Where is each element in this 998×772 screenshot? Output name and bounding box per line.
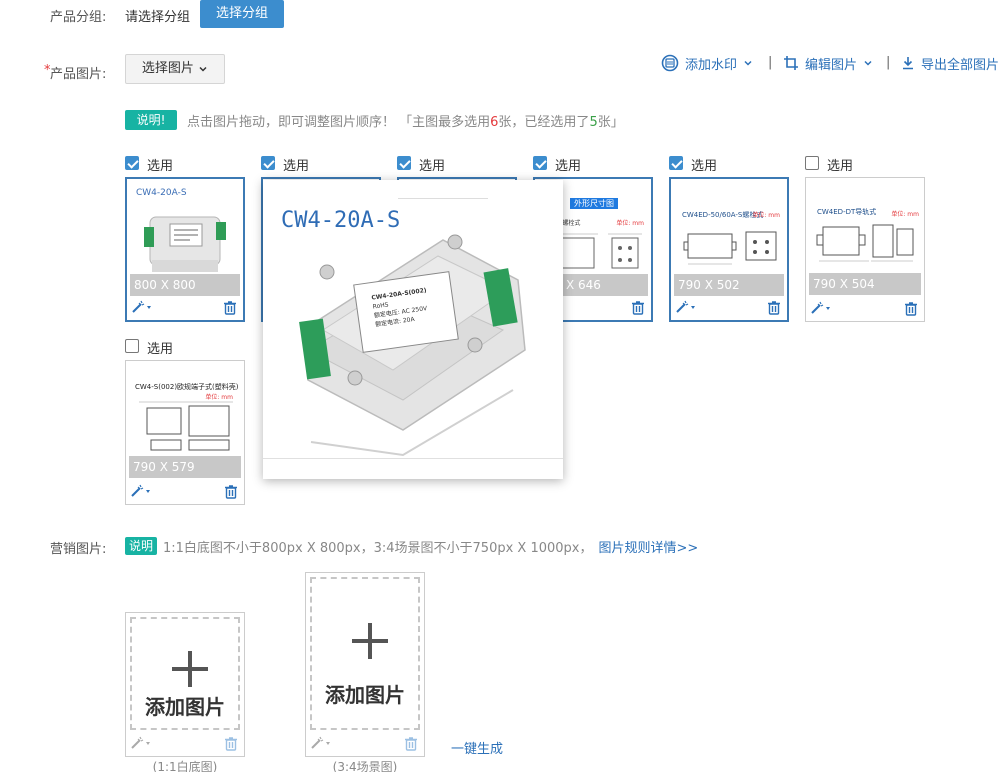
trash-icon[interactable]	[404, 736, 418, 751]
group-label: 产品分组:	[50, 10, 107, 25]
trash-icon[interactable]	[904, 301, 918, 316]
magic-wand-icon[interactable]	[675, 300, 697, 314]
image-rules-link[interactable]: 图片规则详情>>	[599, 541, 699, 556]
product-thumbnail: CW4ED-DT导轨式 单位: mm 790 X 504	[809, 181, 921, 295]
add-watermark-label: 添加水印	[685, 57, 738, 73]
toolbar-separator: |	[768, 55, 773, 70]
one-click-generate-link[interactable]: 一键生成	[451, 738, 503, 757]
image-card[interactable]: CW4ED-50/60A-S螺栓式 单位: mm 790 X 502	[669, 177, 789, 322]
trash-icon[interactable]	[223, 300, 237, 315]
add-image-label: 添加图片	[145, 695, 225, 719]
select-checkbox[interactable]: 选用	[669, 155, 717, 174]
magic-wand-icon[interactable]	[310, 736, 332, 750]
magic-wand-icon[interactable]	[130, 736, 152, 750]
marketing-image-label: 营销图片:	[50, 542, 107, 557]
crop-icon	[784, 56, 798, 70]
toolbar-separator: |	[886, 55, 891, 70]
image-card[interactable]: CW4-S(002)欧规端子式(塑料壳) 单位: mm 790 X 579	[125, 360, 245, 505]
export-all-button[interactable]: 导出全部图片	[901, 54, 998, 73]
image-preview-popup: CW4-20A-S CW4-20A-S(002) RoHS 额定电压: AC 2…	[263, 180, 563, 479]
trash-icon[interactable]	[767, 300, 781, 315]
add-watermark-button[interactable]: 添加水印	[661, 54, 753, 73]
product-image	[299, 234, 526, 457]
product-thumbnail: CW4-S(002)欧规端子式(塑料壳) 单位: mm 790 X 579	[129, 364, 241, 478]
trash-icon[interactable]	[224, 484, 238, 499]
chevron-down-icon	[744, 60, 752, 66]
magic-wand-icon[interactable]	[130, 484, 152, 498]
image-size: 790 X 504	[809, 273, 921, 295]
select-image-button[interactable]: 选择图片	[125, 54, 225, 84]
add-image-1x1[interactable]: 添加图片	[125, 612, 245, 757]
chevron-down-icon	[864, 60, 872, 66]
group-value: 请选择分组	[125, 10, 191, 25]
image-size: 790 X 502	[674, 274, 784, 296]
download-icon	[903, 57, 913, 70]
image-size: 790 X 579	[129, 456, 241, 478]
select-checkbox[interactable]: 选用	[533, 155, 581, 174]
trash-icon[interactable]	[224, 736, 238, 751]
select-checkbox[interactable]: 选用	[261, 155, 309, 174]
edit-image-button[interactable]: 编辑图片	[783, 54, 873, 73]
image-card[interactable]: CW4ED-DT导轨式 单位: mm 790 X 504	[805, 177, 925, 322]
add-image-label: 添加图片	[325, 683, 405, 707]
marketing-hint: 1:1白底图不小于800px X 800px，3:4场景图不小于750px X …	[163, 541, 699, 556]
notice-badge: 说明!	[125, 110, 177, 130]
chevron-down-icon	[199, 66, 207, 72]
add-image-3x4[interactable]: 添加图片	[305, 572, 425, 757]
magic-wand-icon[interactable]	[810, 301, 832, 315]
watermark-icon	[661, 54, 679, 72]
product-thumbnail: CW4ED-50/60A-S螺栓式 单位: mm 790 X 502	[674, 182, 784, 296]
caption-3x4: (3:4场景图)	[332, 760, 398, 772]
select-group-button[interactable]: 选择分组	[200, 0, 284, 28]
used-count: 5	[589, 115, 598, 130]
product-thumbnail: CW4-20A-S 800 X 800	[130, 182, 240, 296]
caption-1x1: (1:1白底图)	[152, 760, 218, 772]
notice-text: 点击图片拖动，即可调整图片顺序！ 「主图最多选用6张，已经选用了5张」	[187, 115, 624, 130]
product-image-label: 产品图片:	[50, 67, 107, 82]
marketing-badge: 说明	[125, 537, 157, 555]
select-checkbox[interactable]: 选用	[125, 338, 173, 357]
select-checkbox[interactable]: 选用	[125, 155, 173, 174]
plus-icon	[352, 623, 388, 659]
edit-image-label: 编辑图片	[805, 57, 858, 73]
trash-icon[interactable]	[631, 300, 645, 315]
select-checkbox[interactable]: 选用	[805, 155, 853, 174]
image-size: 800 X 800	[130, 274, 240, 296]
image-card[interactable]: CW4-20A-S 800 X 800	[125, 177, 245, 322]
select-image-label: 选择图片	[141, 61, 194, 76]
export-all-label: 导出全部图片	[921, 57, 998, 73]
plus-icon	[172, 651, 208, 687]
select-checkbox[interactable]: 选用	[397, 155, 445, 174]
magic-wand-icon[interactable]	[131, 300, 153, 314]
